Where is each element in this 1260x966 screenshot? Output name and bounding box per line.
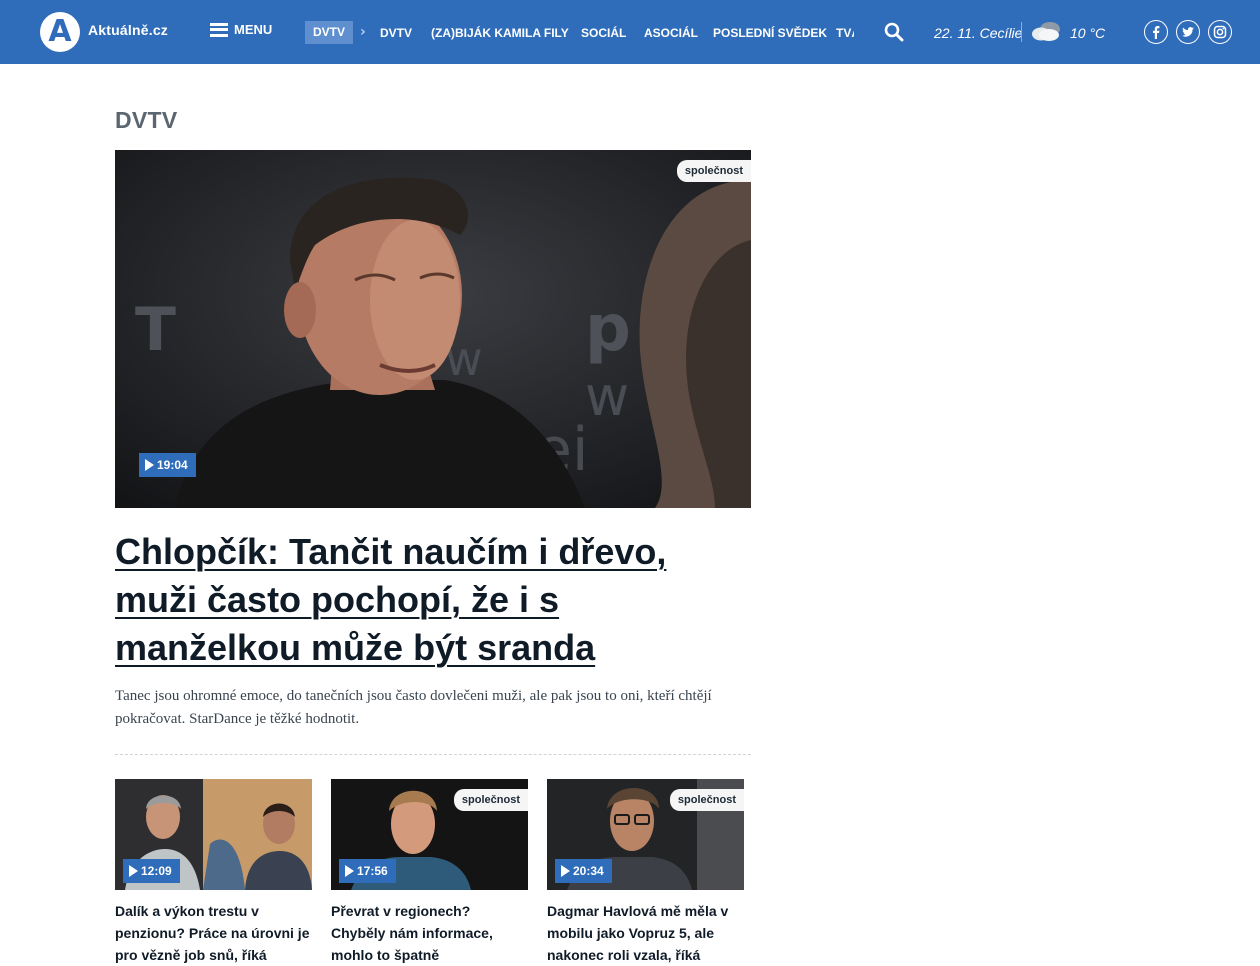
article-card[interactable]: společnost 17:56 Převrat v regionech? Ch… <box>331 779 528 966</box>
nav-item-asocial[interactable]: ASOCIÁL <box>644 26 698 40</box>
current-date: 22. 11. Cecílie <box>934 25 1023 41</box>
video-duration-badge: 12:09 <box>123 859 180 883</box>
logo-text[interactable]: Aktuálně.cz <box>88 22 168 38</box>
menu-label: MENU <box>234 22 273 37</box>
dashed-divider <box>115 754 751 755</box>
duration-text: 20:34 <box>573 864 604 878</box>
video-duration-badge: 20:34 <box>555 859 612 883</box>
nav-item-tvare-clipped[interactable]: TVÁŘE <box>836 20 854 46</box>
menu-button[interactable]: MENU <box>210 22 272 38</box>
duration-text: 12:09 <box>141 864 172 878</box>
svg-text:T: T <box>135 295 176 365</box>
twitter-icon[interactable] <box>1176 20 1200 44</box>
hero-video-thumbnail[interactable]: T w p w ei společnost 19:04 <box>115 150 751 508</box>
play-icon <box>561 864 570 877</box>
article-title[interactable]: Dalík a výkon trestu v penzionu? Práce n… <box>115 900 312 966</box>
temperature: 10 °C <box>1070 25 1106 41</box>
nav-item-dvtv[interactable]: DVTV <box>380 26 412 40</box>
search-icon[interactable] <box>884 22 904 42</box>
duration-text: 17:56 <box>357 864 388 878</box>
hero-photo: T w p w ei <box>115 150 751 508</box>
svg-text:p: p <box>585 292 631 366</box>
video-duration-badge: 19:04 <box>139 453 196 477</box>
nav-item-posledni-svedek[interactable]: POSLEDNÍ SVĚDEK <box>713 26 827 40</box>
duration-text: 19:04 <box>157 458 188 472</box>
video-duration-badge: 17:56 <box>339 859 396 883</box>
article-thumbnail[interactable]: společnost 17:56 <box>331 779 528 890</box>
article-card[interactable]: 12:09 Dalík a výkon trestu v penzionu? P… <box>115 779 312 966</box>
top-navigation-bar: A Aktuálně.cz MENU DVTV › DVTV (ZA)BIJÁK… <box>0 0 1260 64</box>
play-icon <box>345 864 354 877</box>
svg-text:w: w <box>585 365 629 428</box>
hamburger-icon <box>210 22 228 37</box>
hero-perex: Tanec jsou ohromné emoce, do tanečních j… <box>115 688 712 727</box>
play-icon <box>129 864 138 877</box>
nav-item-social[interactable]: SOCIÁL <box>581 26 626 40</box>
facebook-icon[interactable] <box>1144 20 1168 44</box>
category-tag[interactable]: společnost <box>676 160 751 182</box>
logo-icon[interactable]: A <box>40 12 80 52</box>
nav-item-tvare-label: TVÁŘE <box>836 26 854 40</box>
header-divider <box>1021 22 1022 42</box>
category-tag[interactable]: společnost <box>453 789 528 811</box>
chevron-right-icon: › <box>360 24 366 40</box>
article-title[interactable]: Dagmar Havlová mě měla v mobilu jako Vop… <box>547 900 744 966</box>
nav-item-zabijak[interactable]: (ZA)BIJÁK KAMILA FILY <box>431 26 569 40</box>
category-tag[interactable]: společnost <box>669 789 744 811</box>
cloud-weather-icon <box>1030 20 1064 42</box>
instagram-icon[interactable] <box>1208 20 1232 44</box>
nav-breadcrumb-dvtv[interactable]: DVTV <box>305 21 354 44</box>
hero-headline-link[interactable]: Chlopčík: Tančit naučím i dřevo, muži ča… <box>115 528 751 672</box>
article-thumbnail[interactable]: společnost 20:34 <box>547 779 744 890</box>
article-thumbnail[interactable]: 12:09 <box>115 779 312 890</box>
play-icon <box>145 458 154 471</box>
article-title[interactable]: Převrat v regionech? Chyběly nám informa… <box>331 900 528 966</box>
article-card[interactable]: společnost 20:34 Dagmar Havlová mě měla … <box>547 779 744 966</box>
section-title: DVTV <box>115 107 178 133</box>
